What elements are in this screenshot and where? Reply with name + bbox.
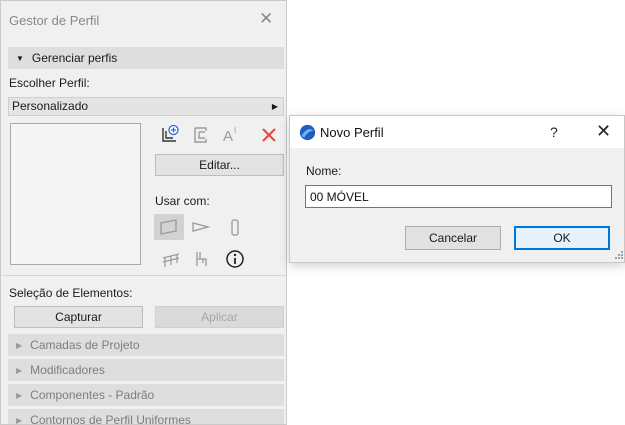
section-label: Contornos de Perfil Uniformes bbox=[30, 413, 191, 425]
section-label: Modificadores bbox=[30, 363, 105, 377]
chevron-right-icon: ▶ bbox=[271, 102, 278, 111]
capture-button[interactable]: Capturar bbox=[14, 306, 143, 328]
cancel-button[interactable]: Cancelar bbox=[405, 226, 501, 250]
column-icon[interactable] bbox=[225, 217, 245, 237]
new-profile-icon[interactable] bbox=[160, 124, 180, 144]
svg-text:A: A bbox=[223, 128, 233, 144]
close-icon[interactable]: ✕ bbox=[596, 121, 611, 142]
section-label: Camadas de Projeto bbox=[30, 338, 140, 352]
manage-profiles-section-header[interactable]: ▼ Gerenciar perfis bbox=[8, 47, 284, 69]
profile-dropdown[interactable]: Personalizado ▶ bbox=[8, 97, 284, 116]
resize-grip-icon[interactable] bbox=[612, 248, 624, 260]
wall-icon[interactable] bbox=[159, 217, 179, 237]
section-label: Componentes - Padrão bbox=[30, 388, 155, 402]
section-contours[interactable]: ▶ Contornos de Perfil Uniformes bbox=[8, 409, 284, 425]
info-icon[interactable] bbox=[225, 249, 245, 269]
chevron-down-icon: ▼ bbox=[16, 53, 24, 63]
chevron-right-icon: ▶ bbox=[16, 365, 23, 375]
name-label: Nome: bbox=[306, 164, 342, 178]
chair-icon[interactable] bbox=[192, 249, 212, 269]
divider bbox=[1, 275, 286, 276]
dialog-title: Novo Perfil bbox=[320, 125, 384, 140]
duplicate-profile-icon[interactable] bbox=[192, 125, 212, 145]
apply-button[interactable]: Aplicar bbox=[155, 306, 284, 328]
new-profile-dialog: Novo Perfil ? ✕ Nome: Cancelar OK bbox=[289, 115, 625, 263]
section-label: Gerenciar perfis bbox=[31, 51, 118, 65]
element-selection-label: Seleção de Elementos: bbox=[9, 286, 133, 300]
edit-button[interactable]: Editar... bbox=[155, 154, 284, 176]
section-modifiers[interactable]: ▶ Modificadores bbox=[8, 359, 284, 381]
chevron-right-icon: ▶ bbox=[16, 390, 23, 400]
choose-profile-label: Escolher Perfil: bbox=[9, 76, 90, 90]
profile-manager-panel: Gestor de Perfil ✕ ▼ Gerenciar perfis Es… bbox=[0, 0, 287, 425]
selected-profile-value: Personalizado bbox=[12, 99, 89, 113]
section-components[interactable]: ▶ Componentes - Padrão bbox=[8, 384, 284, 406]
name-input[interactable] bbox=[305, 185, 612, 208]
panel-title: Gestor de Perfil bbox=[9, 13, 100, 28]
chevron-right-icon: ▶ bbox=[16, 415, 23, 425]
section-layers[interactable]: ▶ Camadas de Projeto bbox=[8, 334, 284, 356]
use-with-label: Usar com: bbox=[155, 194, 210, 208]
close-icon[interactable]: ✕ bbox=[259, 9, 273, 29]
railing-icon[interactable] bbox=[161, 249, 181, 269]
beam-icon[interactable] bbox=[191, 217, 211, 237]
delete-icon[interactable] bbox=[259, 125, 279, 145]
chevron-right-icon: ▶ bbox=[16, 340, 23, 350]
profile-list[interactable] bbox=[10, 123, 141, 265]
app-logo-icon bbox=[299, 124, 316, 141]
help-icon[interactable]: ? bbox=[550, 124, 558, 140]
rename-icon[interactable]: A I bbox=[222, 124, 242, 144]
svg-text:I: I bbox=[234, 126, 236, 135]
ok-button[interactable]: OK bbox=[514, 226, 610, 250]
